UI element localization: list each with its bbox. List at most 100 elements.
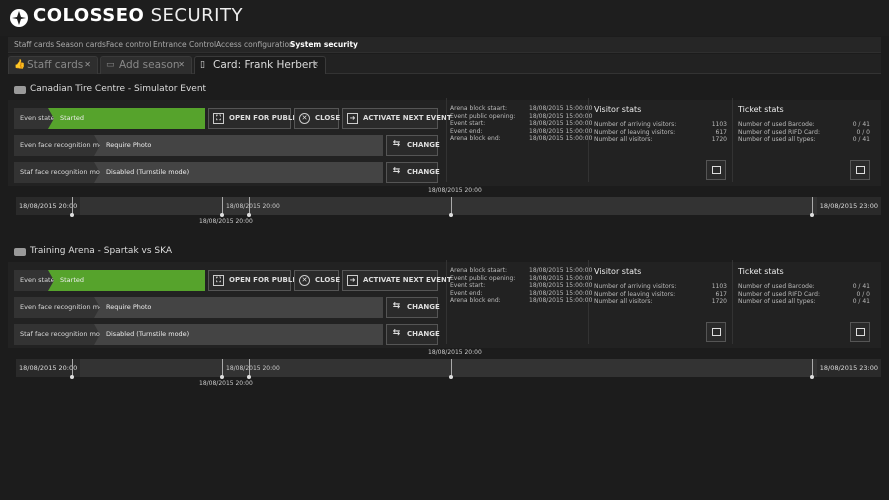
nav-item-season-cards[interactable]: Season cards xyxy=(56,40,106,49)
visitor-chart-button[interactable] xyxy=(706,160,726,180)
colosseo-logo-icon xyxy=(10,9,28,27)
close-icon[interactable]: ✕ xyxy=(84,60,91,69)
event-timeline: 18/08/2015 20:00 18/08/2015 23:00 18/08/… xyxy=(16,359,881,379)
nav-item-staff-cards[interactable]: Staff cards xyxy=(14,40,54,49)
ticket-chart-button[interactable] xyxy=(850,322,870,342)
face-mode-row: Even face recognition mode Require Photo xyxy=(8,135,383,156)
card-icon: ▭ xyxy=(106,60,115,70)
open-for-public-button[interactable]: ⛶ OPEN FOR PUBLIC xyxy=(208,108,300,129)
staff-mode-row: Staf face recognition mode Disabled (Tur… xyxy=(8,324,383,345)
staff-mode-label: Staf face recognition mode xyxy=(14,324,108,345)
face-mode-value: Require Photo xyxy=(94,135,383,156)
arrow-right-icon: ➜ xyxy=(347,275,358,286)
visitor-stats-values: 1103 617 1720 xyxy=(711,121,727,144)
close-event-button[interactable]: ✕ CLOSE xyxy=(294,270,340,291)
close-circle-icon: ✕ xyxy=(299,275,310,286)
timeline-label-inline: 18/08/2015 20:00 xyxy=(226,365,280,372)
event-title: Training Arena - Spartak vs SKA xyxy=(30,246,173,256)
divider xyxy=(446,260,447,344)
nav-item-entrance-control[interactable]: Entrance Control xyxy=(153,40,216,49)
tab-bar: 👍 Staff cards ✕ ▭ Add season ✕ ▯ Card: F… xyxy=(8,54,881,74)
divider xyxy=(588,98,589,182)
swap-icon: ⇆ xyxy=(392,139,401,149)
event-state-value: Started xyxy=(48,270,205,291)
event-panel: Even state Started ⛶ OPEN FOR PUBLIC ✕ C… xyxy=(8,98,881,186)
staff-mode-value: Disabled (Turnstile mode) xyxy=(94,162,383,183)
timeline-marker[interactable] xyxy=(449,375,453,379)
event-panel: Even state Started ⛶ OPEN FOR PUBLIC ✕ C… xyxy=(8,260,881,348)
timeline-marker[interactable] xyxy=(70,375,74,379)
ticket-stats-title: Ticket stats xyxy=(738,105,784,114)
close-icon[interactable]: ✕ xyxy=(178,60,185,69)
event-title: Canadian Tire Centre - Simulator Event xyxy=(30,84,207,94)
divider xyxy=(446,98,447,182)
event-state-label: Even state xyxy=(14,270,55,291)
close-icon[interactable]: ✕ xyxy=(312,60,319,69)
timeline-marker[interactable] xyxy=(810,213,814,217)
timeline-label-bottom: 18/08/2015 20:00 xyxy=(199,380,253,387)
event-card: Canadian Tire Centre - Simulator Event E… xyxy=(8,84,881,239)
activate-next-event-button[interactable]: ➜ ACTIVATE NEXT EVENT xyxy=(342,270,452,291)
timeline-marker[interactable] xyxy=(810,375,814,379)
timeline-marker[interactable] xyxy=(220,213,224,217)
timeline-label-inline: 18/08/2015 20:00 xyxy=(226,203,280,210)
swap-icon: ⇆ xyxy=(392,328,401,338)
event-state-value: Started xyxy=(48,108,205,129)
event-times-values: 18/08/2015 15:00:00 18/08/2015 15:00:00 18… xyxy=(529,267,593,305)
nav-item-access-configuration[interactable]: Access configuration xyxy=(216,40,294,49)
tab-card-frank-herbert[interactable]: ▯ Card: Frank Herbert ✕ xyxy=(194,56,326,74)
main-nav: Staff cards Season cards Face control En… xyxy=(8,37,881,53)
event-times-labels: Arena block staart: Event public opening:… xyxy=(450,267,516,305)
event-state-row: Even state Started xyxy=(8,270,208,291)
timeline-label-top: 18/08/2015 20:00 xyxy=(428,187,482,194)
nav-item-system-security[interactable]: System security xyxy=(290,40,358,49)
event-state-row: Even state Started xyxy=(8,108,208,129)
divider xyxy=(732,260,733,344)
ticket-chart-button[interactable] xyxy=(850,160,870,180)
timeline-end: 18/08/2015 23:00 xyxy=(816,359,881,377)
activate-next-event-button[interactable]: ➜ ACTIVATE NEXT EVENT xyxy=(342,108,452,129)
staff-mode-value: Disabled (Turnstile mode) xyxy=(94,324,383,345)
visitor-chart-button[interactable] xyxy=(706,322,726,342)
event-timeline: 18/08/2015 20:00 18/08/2015 23:00 18/08/… xyxy=(16,197,881,217)
timeline-label-top: 18/08/2015 20:00 xyxy=(428,349,482,356)
swap-icon: ⇆ xyxy=(392,301,401,311)
visitor-stats-title: Visitor stats xyxy=(594,267,642,276)
tab-label: Add season xyxy=(119,59,180,71)
face-mode-label: Even face recognition mode xyxy=(14,135,111,156)
change-staff-mode-button[interactable]: ⇆ CHANGE xyxy=(386,324,440,345)
arena-icon xyxy=(14,248,26,256)
staff-mode-row: Staf face recognition mode Disabled (Tur… xyxy=(8,162,383,183)
brand-title: COLOSSEO SECURITY xyxy=(33,5,243,26)
change-staff-mode-button[interactable]: ⇆ CHANGE xyxy=(386,162,440,183)
close-circle-icon: ✕ xyxy=(299,113,310,124)
app-header: COLOSSEO SECURITY xyxy=(0,0,889,36)
chart-icon xyxy=(856,328,865,336)
tab-add-season[interactable]: ▭ Add season ✕ xyxy=(100,56,192,74)
timeline-marker[interactable] xyxy=(449,213,453,217)
event-card: Training Arena - Spartak vs SKA Even sta… xyxy=(8,246,881,401)
timeline-marker[interactable] xyxy=(247,213,251,217)
timeline-marker[interactable] xyxy=(220,375,224,379)
ticket-stats-labels: Number of used Barcode: Number of used RI… xyxy=(738,121,821,144)
divider xyxy=(732,98,733,182)
ticket-stats-labels: Number of used Barcode: Number of used RI… xyxy=(738,283,821,306)
timeline-marker[interactable] xyxy=(247,375,251,379)
event-times-values: 18/08/2015 15:00:00 18/08/2015 15:00:00 18… xyxy=(529,105,593,143)
chart-icon xyxy=(856,166,865,174)
close-event-button[interactable]: ✕ CLOSE xyxy=(294,108,340,129)
change-face-mode-button[interactable]: ⇆ CHANGE xyxy=(386,297,440,318)
thumbs-up-icon: 👍 xyxy=(14,60,26,70)
document-icon: ▯ xyxy=(200,60,205,70)
arrow-right-icon: ➜ xyxy=(347,113,358,124)
visitor-stats-labels: Number of arriving visitors: Number of le… xyxy=(594,121,677,144)
chart-icon xyxy=(712,328,721,336)
nav-item-face-control[interactable]: Face control xyxy=(106,40,151,49)
change-face-mode-button[interactable]: ⇆ CHANGE xyxy=(386,135,440,156)
staff-mode-label: Staf face recognition mode xyxy=(14,162,108,183)
tab-staff-cards[interactable]: 👍 Staff cards ✕ xyxy=(8,56,98,74)
timeline-label-bottom: 18/08/2015 20:00 xyxy=(199,218,253,225)
timeline-marker[interactable] xyxy=(70,213,74,217)
open-for-public-button[interactable]: ⛶ OPEN FOR PUBLIC xyxy=(208,270,300,291)
event-times-labels: Arena block staart: Event public opening:… xyxy=(450,105,516,143)
